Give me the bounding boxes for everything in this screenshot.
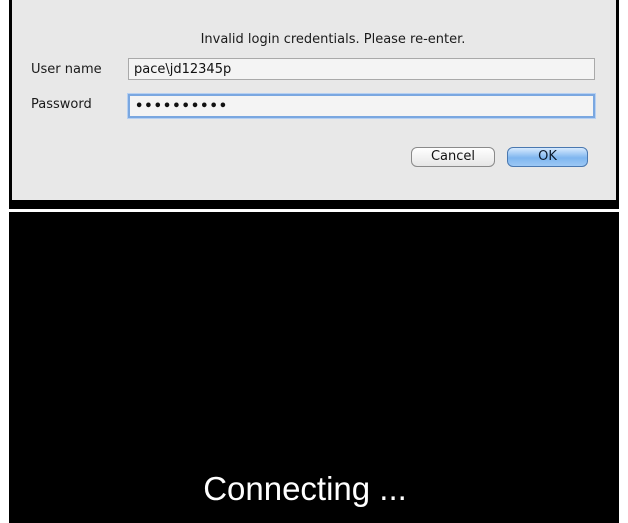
login-dialog: Invalid login credentials. Please re-ent… <box>9 0 619 203</box>
dialog-bottom-border <box>9 203 619 209</box>
password-field[interactable] <box>128 94 595 118</box>
username-field[interactable] <box>128 58 595 80</box>
connecting-status: Connecting ... <box>203 470 407 507</box>
remote-session-area: Connecting ... <box>9 212 619 523</box>
error-message: Invalid login credentials. Please re-ent… <box>200 32 466 47</box>
password-label: Password <box>31 97 92 112</box>
ok-button[interactable]: OK <box>507 147 588 167</box>
username-label: User name <box>31 62 102 77</box>
cancel-button[interactable]: Cancel <box>411 147 495 167</box>
screen: Invalid login credentials. Please re-ent… <box>0 0 628 523</box>
